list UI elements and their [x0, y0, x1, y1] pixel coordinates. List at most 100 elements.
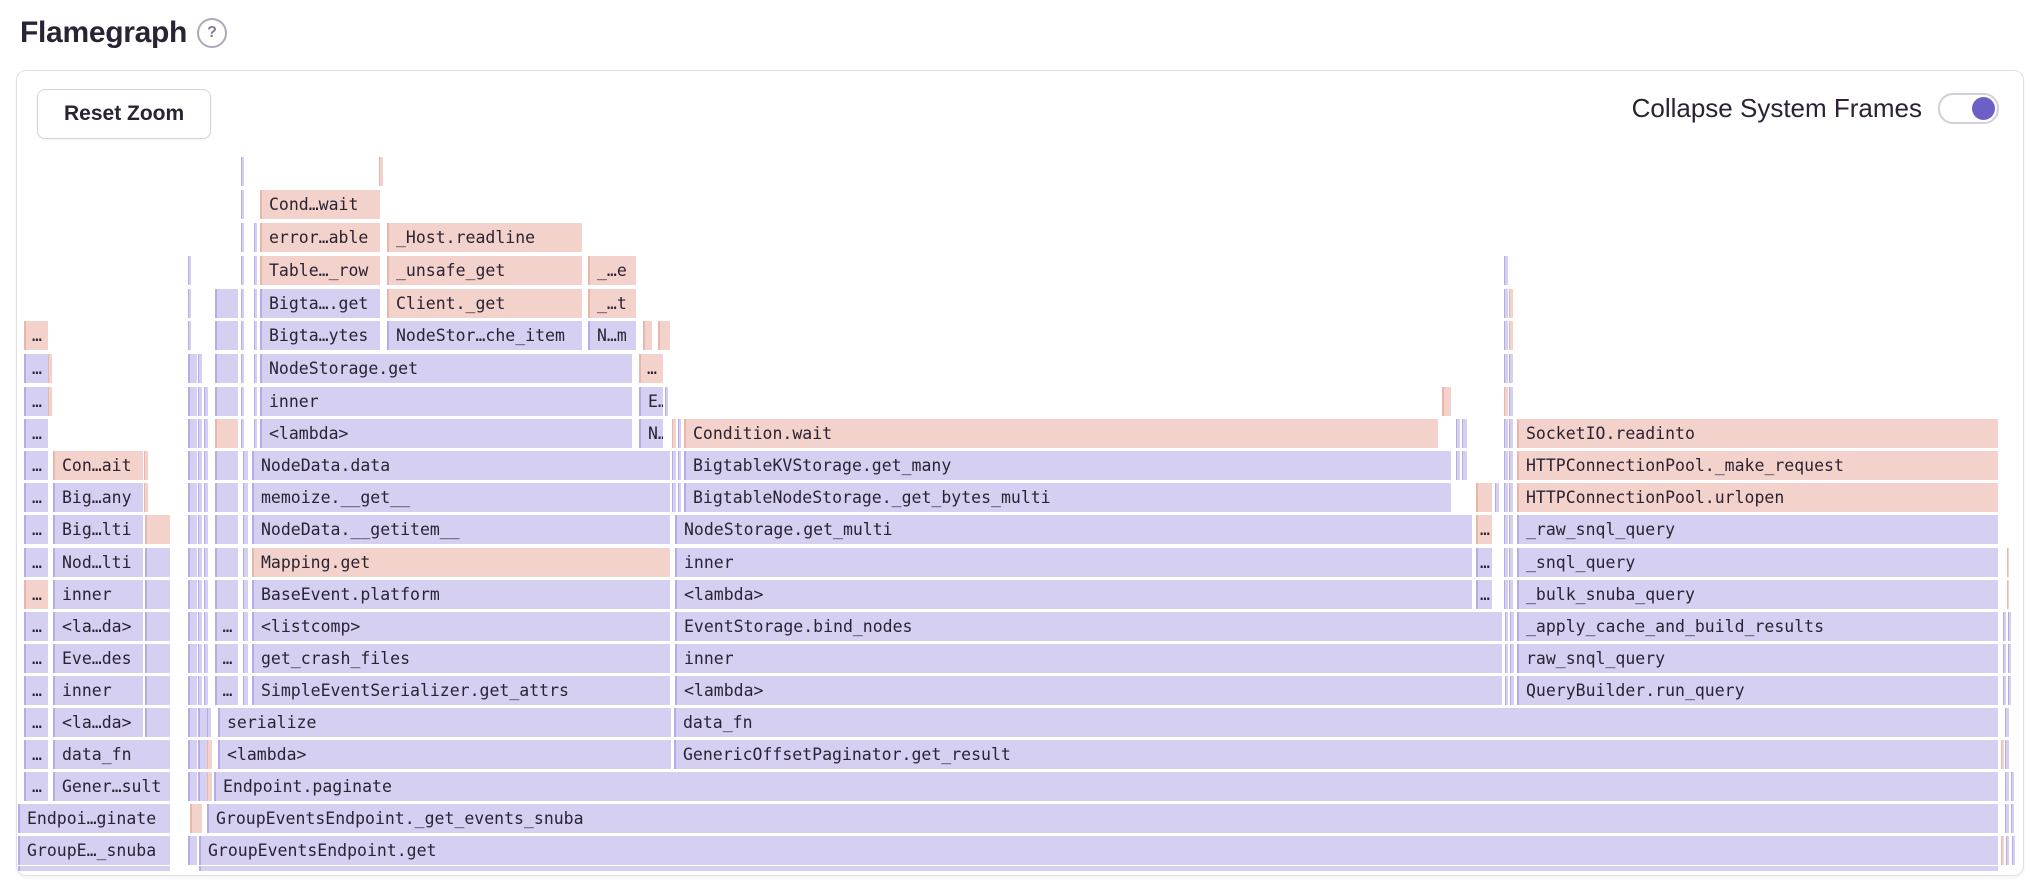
- flame-frame[interactable]: [188, 451, 197, 480]
- flame-frame[interactable]: [1509, 354, 1513, 383]
- flame-frame[interactable]: [188, 387, 197, 416]
- flame-frame[interactable]: Con…ait: [53, 451, 143, 480]
- flame-frame[interactable]: <lambda>: [675, 676, 1502, 705]
- flame-frame[interactable]: …: [24, 676, 48, 705]
- flame-frame[interactable]: [241, 387, 244, 416]
- reset-zoom-button[interactable]: Reset Zoom: [37, 89, 211, 139]
- flame-frame[interactable]: [204, 387, 208, 416]
- flame-frame[interactable]: Nod…lti: [53, 548, 143, 577]
- flame-frame[interactable]: [1510, 612, 1514, 641]
- flame-frame[interactable]: <lambda>: [675, 580, 1472, 609]
- flame-frame[interactable]: [254, 419, 257, 448]
- flame-frame[interactable]: [2008, 676, 2011, 705]
- flame-frame[interactable]: …: [1476, 580, 1492, 609]
- flame-frame[interactable]: [2007, 548, 2009, 577]
- flame-frame[interactable]: [18, 866, 170, 871]
- flame-frame[interactable]: [188, 256, 191, 285]
- flame-frame[interactable]: …: [24, 515, 48, 544]
- flame-frame[interactable]: Mapping.get: [252, 548, 670, 577]
- flame-frame[interactable]: HTTPConnectionPool._make_request: [1517, 451, 1998, 480]
- flame-frame[interactable]: …: [24, 387, 48, 416]
- flame-frame[interactable]: memoize.__get__: [252, 483, 670, 512]
- flame-frame[interactable]: [188, 612, 197, 641]
- flame-frame[interactable]: [145, 708, 170, 737]
- flame-frame[interactable]: [188, 289, 191, 318]
- flame-frame[interactable]: NodeData.__getitem__: [252, 515, 670, 544]
- flame-frame[interactable]: HTTPConnectionPool.urlopen: [1517, 483, 1998, 512]
- flame-frame[interactable]: [1509, 515, 1513, 544]
- flame-frame[interactable]: NodeStorage.get: [260, 354, 632, 383]
- flame-frame[interactable]: [1509, 419, 1513, 448]
- flame-frame[interactable]: [1505, 676, 1508, 705]
- flame-frame[interactable]: [241, 190, 244, 219]
- flame-frame[interactable]: data_fn: [53, 740, 170, 769]
- flame-frame[interactable]: [188, 321, 191, 350]
- flame-frame[interactable]: SimpleEventSerializer.get_attrs: [252, 676, 670, 705]
- flame-frame[interactable]: [207, 772, 212, 801]
- flame-frame[interactable]: [1504, 354, 1508, 383]
- flame-frame[interactable]: [145, 676, 170, 705]
- flame-frame[interactable]: [188, 580, 197, 609]
- flame-frame[interactable]: [254, 256, 257, 285]
- flame-frame[interactable]: [241, 354, 244, 383]
- flame-frame[interactable]: [243, 548, 248, 577]
- flame-frame[interactable]: [204, 644, 208, 673]
- flame-frame[interactable]: …: [24, 548, 48, 577]
- flame-frame[interactable]: Gener…sult: [53, 772, 170, 801]
- flame-frame[interactable]: GenericOffsetPaginator.get_result: [674, 740, 1998, 769]
- flame-frame[interactable]: GroupEventsEndpoint.get: [199, 836, 1998, 865]
- flame-frame[interactable]: [198, 676, 202, 705]
- flame-frame[interactable]: [188, 740, 197, 769]
- flame-frame[interactable]: GroupE…_snuba: [18, 836, 170, 865]
- flame-frame[interactable]: <lambda>: [218, 740, 671, 769]
- flame-frame[interactable]: _unsafe_get: [387, 256, 582, 285]
- flame-frame[interactable]: [254, 321, 257, 350]
- flame-frame[interactable]: NodeData.data: [252, 451, 670, 480]
- flame-frame[interactable]: [204, 515, 208, 544]
- flame-frame[interactable]: N…: [639, 419, 663, 448]
- flame-frame[interactable]: [215, 321, 238, 350]
- flame-frame[interactable]: [2006, 836, 2009, 865]
- flame-frame[interactable]: [1509, 321, 1513, 350]
- flame-frame[interactable]: [198, 483, 202, 512]
- flame-frame[interactable]: [215, 289, 238, 318]
- flame-frame[interactable]: <listcomp>: [252, 612, 670, 641]
- flame-frame[interactable]: [665, 387, 668, 416]
- flame-frame[interactable]: [215, 548, 238, 577]
- flame-frame[interactable]: [215, 515, 238, 544]
- flame-frame[interactable]: [2011, 804, 2014, 833]
- flame-frame[interactable]: [1504, 515, 1508, 544]
- flame-frame[interactable]: [204, 483, 208, 512]
- flame-frame[interactable]: [198, 708, 207, 737]
- flame-frame[interactable]: [204, 419, 208, 448]
- flame-frame[interactable]: Endpoint.paginate: [214, 772, 1998, 801]
- flame-frame[interactable]: BaseEvent.platform: [252, 580, 670, 609]
- flame-frame[interactable]: [1504, 321, 1508, 350]
- flame-frame[interactable]: …: [215, 612, 238, 641]
- flame-frame[interactable]: [198, 548, 202, 577]
- flame-frame[interactable]: [188, 419, 197, 448]
- flame-frame[interactable]: [2003, 676, 2006, 705]
- flame-frame[interactable]: data_fn: [674, 708, 1998, 737]
- flame-frame[interactable]: [2011, 772, 2014, 801]
- flame-frame[interactable]: [2008, 612, 2011, 641]
- flame-frame[interactable]: [204, 548, 208, 577]
- flame-frame[interactable]: [2005, 804, 2009, 833]
- flame-frame[interactable]: get_crash_files: [252, 644, 670, 673]
- flame-frame[interactable]: [672, 451, 676, 480]
- help-icon[interactable]: ?: [197, 18, 227, 48]
- flame-frame[interactable]: [198, 515, 202, 544]
- flame-frame[interactable]: …: [24, 321, 48, 350]
- flame-frame[interactable]: [190, 804, 202, 833]
- flame-frame[interactable]: Table…_row: [260, 256, 380, 285]
- flame-frame[interactable]: [678, 483, 681, 512]
- flame-frame[interactable]: [215, 419, 238, 448]
- flame-frame[interactable]: serialize: [218, 708, 671, 737]
- flame-frame[interactable]: [1495, 483, 1499, 512]
- flame-frame[interactable]: …: [24, 419, 48, 448]
- flame-frame[interactable]: [48, 354, 52, 383]
- flame-frame[interactable]: …: [24, 483, 48, 512]
- flame-frame[interactable]: [1456, 419, 1460, 448]
- flame-frame[interactable]: [1509, 289, 1513, 318]
- flame-frame[interactable]: Big…any: [53, 483, 143, 512]
